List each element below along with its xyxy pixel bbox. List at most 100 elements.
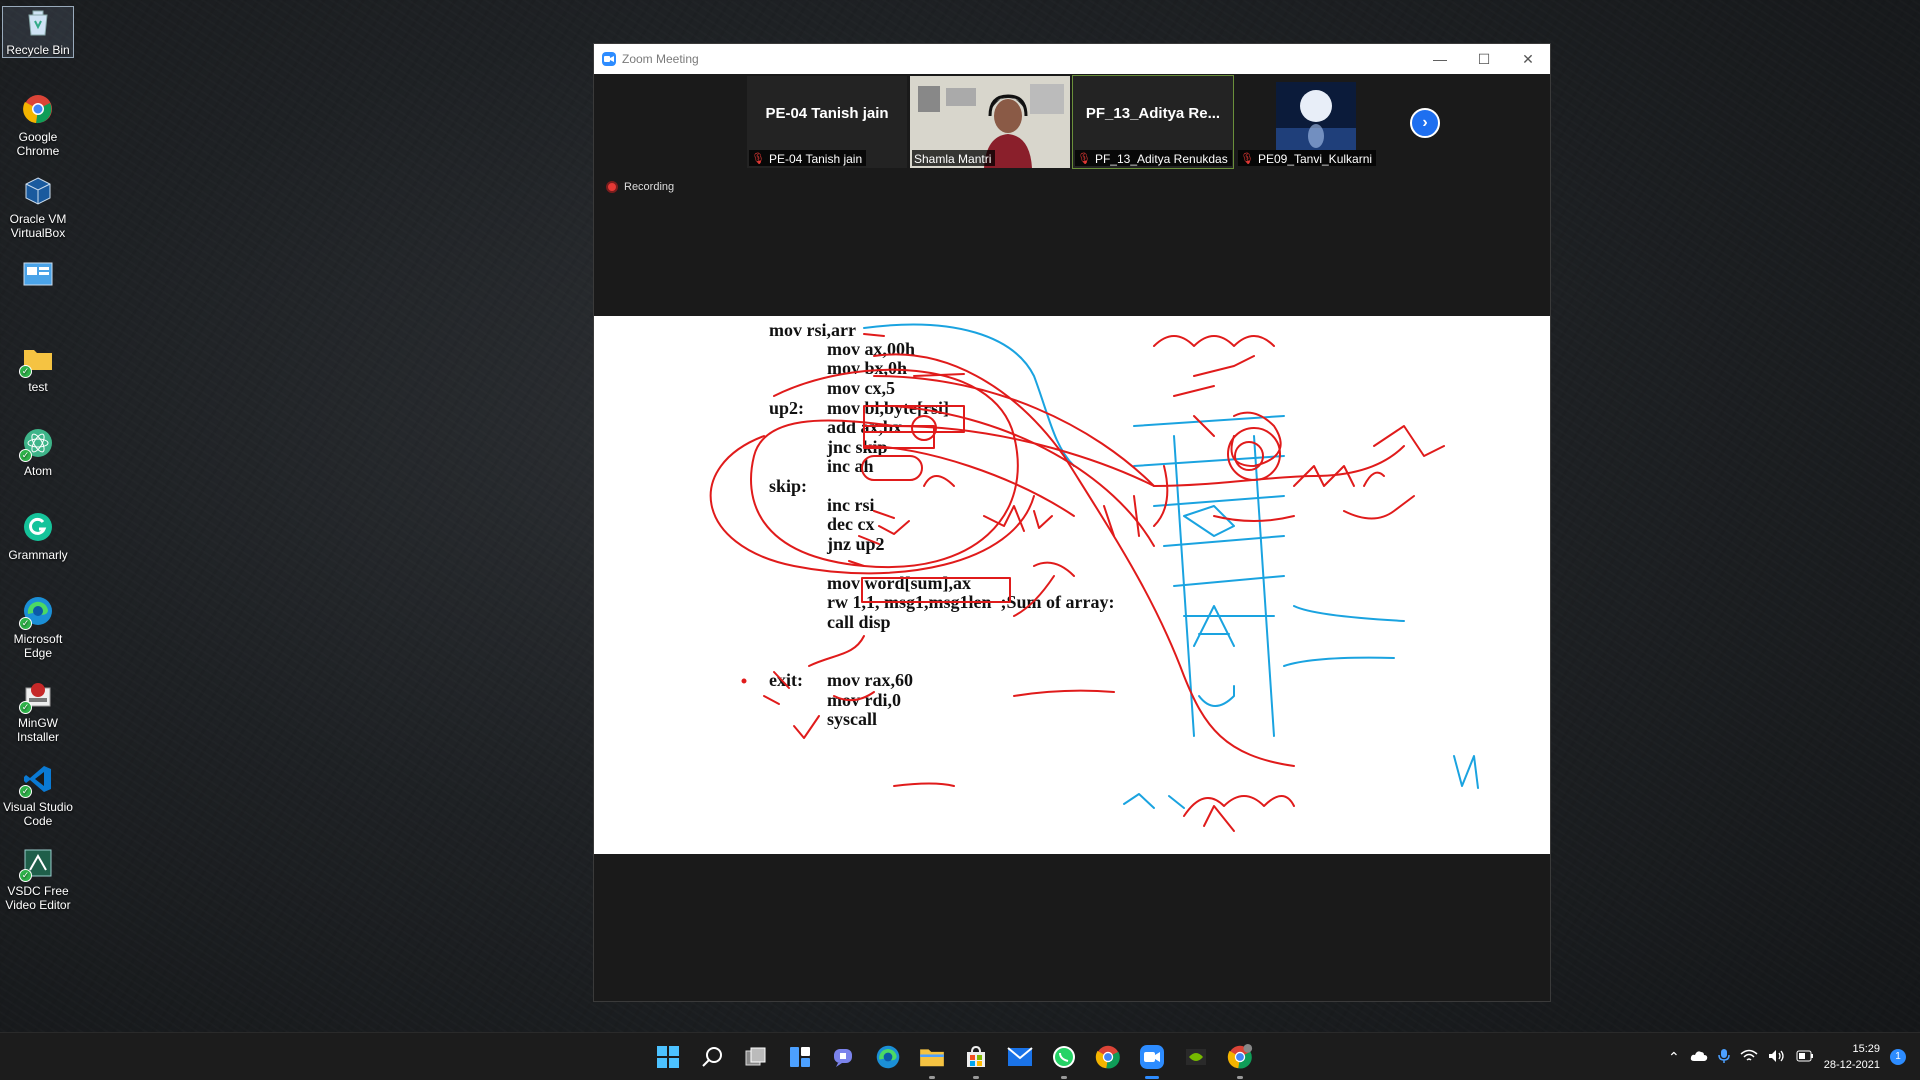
participant-name-label: 🎙 PE-04 Tanish jain: [749, 150, 867, 166]
desktop-icon-google-chrome[interactable]: Google Chrome: [2, 92, 74, 158]
recording-dot-icon: [606, 181, 618, 193]
desktop-icon-label: Grammarly: [8, 548, 68, 562]
whatsapp-icon[interactable]: [1048, 1041, 1080, 1079]
desktop-icon-microsoft-edge[interactable]: ✓ Microsoft Edge: [2, 594, 74, 660]
desktop-icon-recycle-bin[interactable]: Recycle Bin: [2, 6, 74, 58]
sync-check-icon: ✓: [19, 701, 32, 714]
running-indicator: [929, 1076, 935, 1079]
zoom-icon[interactable]: [1136, 1041, 1168, 1079]
recycle-bin-icon: [21, 7, 55, 39]
desktop-icon-unnamed-app[interactable]: [2, 258, 74, 296]
minimize-button[interactable]: —: [1418, 44, 1462, 74]
atom-icon: ✓: [19, 426, 55, 462]
microphone-icon[interactable]: [1717, 1048, 1730, 1067]
teams-chat-icon[interactable]: [828, 1041, 860, 1073]
edge-icon[interactable]: [872, 1041, 904, 1073]
chrome-icon[interactable]: [1092, 1041, 1124, 1073]
grammarly-icon: [21, 510, 55, 544]
desktop-icon-label: Visual Studio Code: [3, 800, 73, 828]
red-annotations: [709, 333, 1445, 832]
windows-start-icon[interactable]: [652, 1041, 684, 1073]
widgets-icon[interactable]: [784, 1041, 816, 1073]
window-titlebar[interactable]: Zoom Meeting — ☐ ✕: [594, 44, 1550, 74]
desktop-icon-label: Recycle Bin: [6, 43, 70, 57]
maximize-button[interactable]: ☐: [1462, 44, 1506, 74]
virtualbox-icon: [21, 174, 55, 208]
participant-name: PF_13_Aditya Renukdas: [1094, 151, 1228, 166]
taskbar: ⌃ 15:29 28-12-2021 1: [0, 1032, 1920, 1080]
shared-screen[interactable]: mov rsi,arr mov ax,00h mov bx,0h mov cx,5 up…: [594, 316, 1550, 854]
close-button[interactable]: ✕: [1506, 44, 1550, 74]
desktop-icon-label: VSDC Free Video Editor: [5, 884, 71, 912]
vsdc-icon: ✓: [19, 846, 55, 882]
mic-muted-icon: 🎙: [1077, 153, 1091, 165]
system-tray: ⌃ 15:29 28-12-2021 1: [1668, 1033, 1906, 1080]
nvidia-icon[interactable]: [1180, 1041, 1212, 1073]
participant-name-label: 🎙 PE09_Tanvi_Kulkarni: [1238, 150, 1377, 166]
clock-date: 28-12-2021: [1823, 1059, 1880, 1071]
chevron-up-icon[interactable]: ⌃: [1668, 1049, 1680, 1066]
participant-name: PE09_Tanvi_Kulkarni: [1257, 151, 1373, 166]
wifi-icon[interactable]: [1740, 1049, 1758, 1066]
mail-icon[interactable]: [1004, 1041, 1036, 1073]
taskbar-apps: [652, 1033, 1256, 1080]
window-title: Zoom Meeting: [622, 52, 699, 66]
desktop-icon-vsdc-free-video-editor[interactable]: ✓ VSDC Free Video Editor: [2, 846, 74, 912]
app-window-icon: [21, 258, 55, 292]
mic-muted-icon: 🎙: [751, 153, 765, 165]
participant-strip: PE-04 Tanish jain 🎙 PE-04 Tanish jain Sh…: [747, 75, 1396, 169]
running-indicator: [1237, 1076, 1243, 1079]
chrome-profile-icon[interactable]: [1224, 1041, 1256, 1079]
sync-check-icon: ✓: [19, 449, 32, 462]
running-indicator: [973, 1076, 979, 1079]
recording-label: Recording: [624, 181, 675, 193]
search-icon[interactable]: [696, 1041, 728, 1073]
desktop-icon-atom[interactable]: ✓ Atom: [2, 426, 74, 478]
running-indicator: [1145, 1076, 1159, 1079]
clock[interactable]: 15:29 28-12-2021: [1824, 1041, 1880, 1073]
task-view-icon[interactable]: [740, 1041, 772, 1073]
edge-icon: ✓: [19, 594, 55, 630]
recording-indicator[interactable]: Recording: [606, 181, 674, 193]
notification-badge[interactable]: 1: [1890, 1049, 1906, 1065]
running-indicator: [1061, 1076, 1067, 1079]
battery-icon[interactable]: [1796, 1050, 1814, 1065]
desktop-icon-label: Microsoft Edge: [13, 632, 63, 660]
vscode-icon: ✓: [19, 762, 55, 798]
participant-tile-active[interactable]: PF_13_Aditya Re... 🎙 PF_13_Aditya Renukd…: [1072, 75, 1234, 169]
participant-tile[interactable]: Shamla Mantri: [910, 76, 1070, 168]
sync-check-icon: ✓: [19, 617, 32, 630]
store-icon[interactable]: [960, 1041, 992, 1079]
desktop-icon-test-folder[interactable]: ✓ test: [2, 342, 74, 394]
desktop-icon-label: Atom: [23, 464, 52, 478]
sync-check-icon: ✓: [19, 365, 32, 378]
participant-tile[interactable]: PE-04 Tanish jain 🎙 PE-04 Tanish jain: [747, 76, 907, 168]
volume-icon[interactable]: [1768, 1049, 1786, 1066]
next-participants-button[interactable]: ›: [1410, 108, 1440, 138]
zoom-logo-icon: [602, 52, 616, 66]
sync-check-icon: ✓: [19, 785, 32, 798]
desktop-icon-label: Google Chrome: [16, 130, 60, 158]
sync-check-icon: ✓: [19, 869, 32, 882]
participant-tile[interactable]: 🎙 PE09_Tanvi_Kulkarni: [1236, 76, 1396, 168]
chrome-icon: [21, 92, 55, 126]
desktop-icon-grammarly[interactable]: Grammarly: [2, 510, 74, 562]
participant-name-label: Shamla Mantri: [912, 150, 996, 166]
participant-name: PE-04 Tanish jain: [768, 151, 863, 166]
desktop-icon-visual-studio-code[interactable]: ✓ Visual Studio Code: [2, 762, 74, 828]
annotation-ink: [709, 323, 1479, 832]
zoom-meeting-window: Zoom Meeting — ☐ ✕ PE-04 Tanish jain 🎙 P…: [593, 43, 1551, 1002]
folder-icon: ✓: [19, 342, 55, 378]
desktop-icon-label: Oracle VM VirtualBox: [9, 212, 67, 240]
desktop-icon-label: MinGW Installer: [16, 716, 60, 744]
desktop-icon-oracle-vm-virtualbox[interactable]: Oracle VM VirtualBox: [2, 174, 74, 240]
participant-display-name: PF_13_Aditya Re...: [1085, 104, 1221, 122]
desktop-icon-mingw-installer[interactable]: ✓ MinGW Installer: [2, 678, 74, 744]
mic-muted-icon: 🎙: [1240, 153, 1254, 165]
onedrive-icon[interactable]: [1690, 1050, 1708, 1065]
participant-display-name: PE-04 Tanish jain: [765, 104, 889, 122]
participant-name: Shamla Mantri: [914, 151, 992, 166]
blue-annotations: [863, 323, 1479, 809]
file-explorer-icon[interactable]: [916, 1041, 948, 1079]
mingw-icon: ✓: [19, 678, 55, 714]
